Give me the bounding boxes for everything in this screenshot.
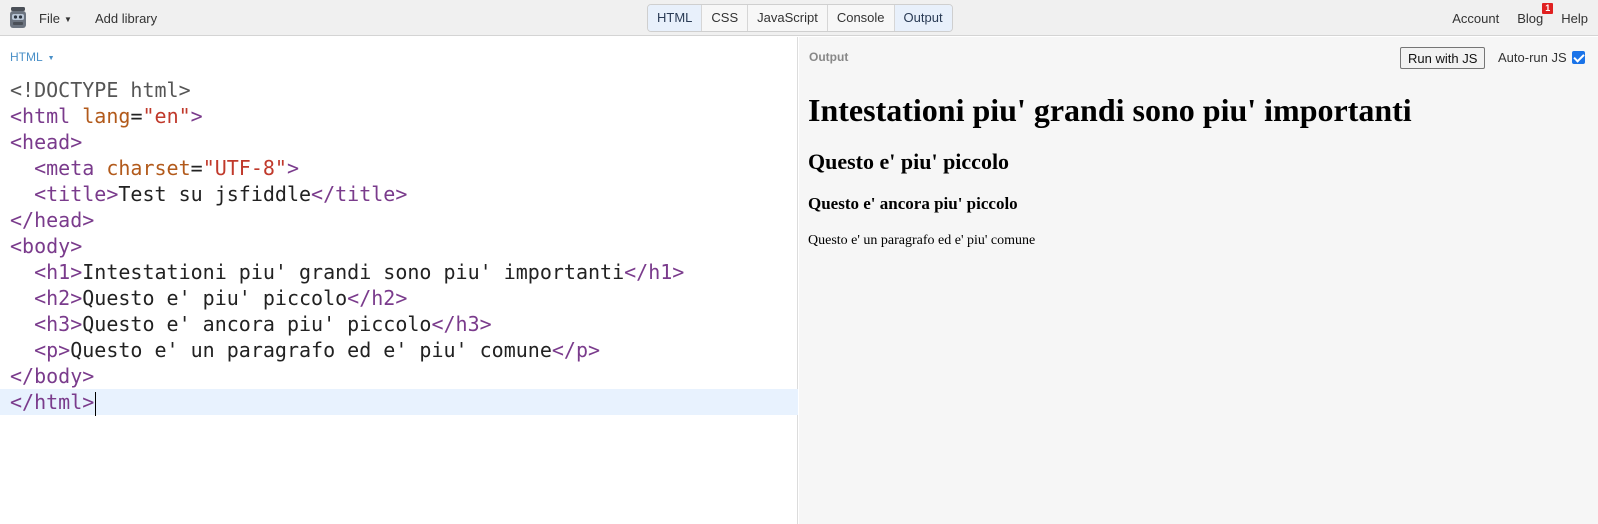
rendered-paragraph: Questo e' un paragrafo ed e' piu' comune bbox=[808, 233, 1036, 248]
code-token: "UTF-8" bbox=[202, 156, 287, 180]
rendered-output: Intestationi piu' grandi sono piu' impor… bbox=[808, 91, 1412, 250]
code-token: = bbox=[190, 156, 203, 180]
code-token: <meta bbox=[34, 156, 95, 180]
output-pane: Output Run with JS Auto-run JS Intestati… bbox=[799, 37, 1598, 524]
code-line: <h1>Intestationi piu' grandi sono piu' i… bbox=[0, 259, 798, 285]
code-token: </h3> bbox=[431, 312, 492, 336]
code-line: </body> bbox=[0, 363, 798, 389]
code-line: <html lang="en"> bbox=[0, 103, 798, 129]
run-with-js-button[interactable]: Run with JS bbox=[1400, 47, 1486, 69]
code-line: <body> bbox=[0, 233, 798, 259]
code-line: <head> bbox=[0, 129, 798, 155]
editor-language-label: HTML bbox=[10, 50, 43, 64]
code-token: = bbox=[130, 104, 143, 128]
code-token: Questo e' ancora piu' piccolo bbox=[82, 312, 432, 336]
rendered-h3: Questo e' ancora piu' piccolo bbox=[808, 194, 1018, 213]
code-token: <h1> bbox=[34, 260, 83, 284]
top-bar: File ▼ Add library HTML CSS JavaScript Co… bbox=[0, 0, 1598, 36]
code-token: <h2> bbox=[34, 286, 83, 310]
text-cursor bbox=[95, 391, 97, 416]
code-token: <html bbox=[10, 104, 71, 128]
code-token: <head> bbox=[10, 130, 83, 154]
code-token: > bbox=[286, 156, 300, 180]
tab-css[interactable]: CSS bbox=[702, 5, 749, 31]
code-line-current: </html> bbox=[0, 389, 798, 416]
html-editor-pane: HTML ▼ <!DOCTYPE html> <html lang="en"> <… bbox=[0, 37, 798, 524]
autorun-label: Auto-run JS bbox=[1498, 50, 1567, 65]
code-token: Questo e' un paragrafo ed e' piu' comune bbox=[70, 338, 552, 362]
code-token: <p> bbox=[34, 338, 71, 362]
account-link[interactable]: Account bbox=[1452, 11, 1499, 26]
rendered-h1: Intestationi piu' grandi sono piu' impor… bbox=[808, 92, 1412, 128]
code-line: <meta charset="UTF-8"> bbox=[0, 155, 798, 181]
code-line: <p>Questo e' un paragrafo ed e' piu' com… bbox=[0, 337, 798, 363]
code-editor[interactable]: <!DOCTYPE html> <html lang="en"> <head> … bbox=[0, 77, 798, 416]
account-links: Account Blog 1 Help bbox=[1434, 3, 1588, 26]
caret-down-icon: ▼ bbox=[47, 55, 55, 62]
tab-javascript[interactable]: JavaScript bbox=[748, 5, 828, 31]
tab-output[interactable]: Output bbox=[894, 5, 952, 31]
code-token: <body> bbox=[10, 234, 83, 258]
code-token: </h1> bbox=[624, 260, 685, 284]
code-token: "en" bbox=[142, 104, 191, 128]
autorun-checkbox[interactable] bbox=[1571, 51, 1585, 64]
code-token: lang bbox=[70, 104, 131, 128]
jsfiddle-logo-icon[interactable] bbox=[8, 6, 28, 30]
code-line: </head> bbox=[0, 207, 798, 233]
panel-tabs: HTML CSS JavaScript Console Output bbox=[647, 4, 953, 32]
code-line: <!DOCTYPE html> bbox=[0, 77, 798, 103]
rendered-h2: Questo e' piu' piccolo bbox=[808, 149, 1010, 174]
caret-down-icon: ▼ bbox=[63, 15, 72, 24]
blog-link-label: Blog bbox=[1517, 11, 1544, 26]
code-token: charset bbox=[94, 156, 191, 180]
code-token: <!DOCTYPE html> bbox=[10, 78, 191, 102]
code-token: </head> bbox=[10, 208, 95, 232]
autorun-toggle[interactable]: Auto-run JS bbox=[1498, 50, 1585, 65]
code-line: <h2>Questo e' piu' piccolo</h2> bbox=[0, 285, 798, 311]
code-line: <title>Test su jsfiddle</title> bbox=[0, 181, 798, 207]
code-line: <h3>Questo e' ancora piu' piccolo</h3> bbox=[0, 311, 798, 337]
code-token: Questo e' piu' piccolo bbox=[82, 286, 348, 310]
output-label: Output bbox=[809, 50, 849, 64]
file-menu[interactable]: File ▼ bbox=[39, 11, 72, 26]
code-token: </p> bbox=[551, 338, 601, 362]
blog-link[interactable]: Blog 1 bbox=[1517, 3, 1554, 26]
file-menu-label: File bbox=[39, 11, 60, 26]
code-token: > bbox=[190, 104, 203, 128]
code-token: <title> bbox=[34, 182, 119, 206]
add-library-button[interactable]: Add library bbox=[95, 11, 157, 26]
code-token: Test su jsfiddle bbox=[118, 182, 312, 206]
code-token: <h3> bbox=[34, 312, 83, 336]
code-token: </body> bbox=[10, 364, 95, 388]
tab-console[interactable]: Console bbox=[828, 5, 895, 31]
help-link[interactable]: Help bbox=[1561, 11, 1588, 26]
tab-html[interactable]: HTML bbox=[648, 5, 703, 31]
code-token: </html> bbox=[10, 390, 95, 414]
code-token: </h2> bbox=[347, 286, 408, 310]
code-token: </title> bbox=[311, 182, 408, 206]
editor-language-dropdown[interactable]: HTML ▼ bbox=[10, 50, 55, 64]
code-token: Intestationi piu' grandi sono piu' impor… bbox=[82, 260, 625, 284]
notification-badge: 1 bbox=[1542, 3, 1554, 14]
